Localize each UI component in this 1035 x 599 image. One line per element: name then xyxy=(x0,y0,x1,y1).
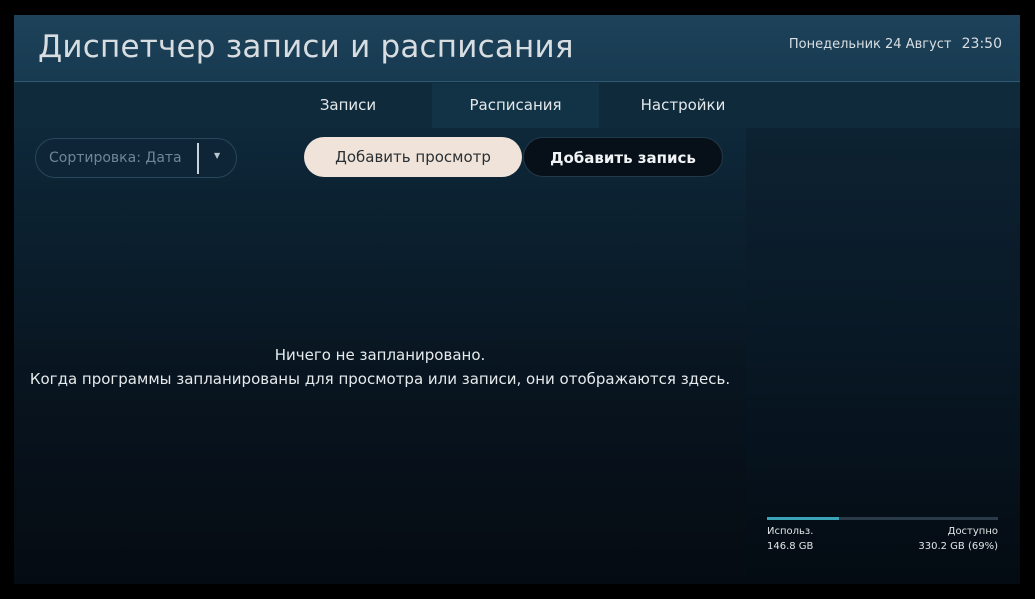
storage-usage-fill xyxy=(767,517,839,520)
empty-state-title: Ничего не запланировано. xyxy=(274,346,486,364)
sort-label: Сортировка: Дата xyxy=(49,150,182,166)
storage-used-value: 146.8 GB xyxy=(767,541,814,552)
header-bar: Диспетчер записи и расписания Понедельни… xyxy=(14,15,1020,82)
date-time: Понедельник 24 Август 23:50 xyxy=(789,36,1002,52)
tv-screen: Диспетчер записи и расписания Понедельни… xyxy=(14,15,1020,584)
sort-divider xyxy=(197,143,199,174)
empty-state-subtitle: Когда программы запланированы для просмо… xyxy=(29,370,731,388)
storage-free-value: 330.2 GB (69%) xyxy=(918,541,998,552)
storage-usage-bar xyxy=(767,517,998,520)
storage-free-label: Доступно xyxy=(947,526,998,537)
sort-dropdown[interactable]: Сортировка: Дата ▼ xyxy=(35,138,237,178)
tab-schedules[interactable]: Расписания xyxy=(432,83,599,128)
date-label: Понедельник 24 Август xyxy=(788,37,952,52)
add-view-button[interactable]: Добавить просмотр xyxy=(304,137,522,177)
storage-used-label: Использ. xyxy=(767,526,814,537)
tab-bar: Записи Расписания Настройки xyxy=(14,83,1020,128)
tab-settings[interactable]: Настройки xyxy=(617,83,749,128)
side-panel xyxy=(746,128,1020,584)
add-record-button[interactable]: Добавить запись xyxy=(523,137,723,177)
tab-recordings[interactable]: Записи xyxy=(282,83,414,128)
page-title: Диспетчер записи и расписания xyxy=(38,29,574,65)
time-label: 23:50 xyxy=(961,36,1002,52)
chevron-down-icon: ▼ xyxy=(214,151,221,160)
